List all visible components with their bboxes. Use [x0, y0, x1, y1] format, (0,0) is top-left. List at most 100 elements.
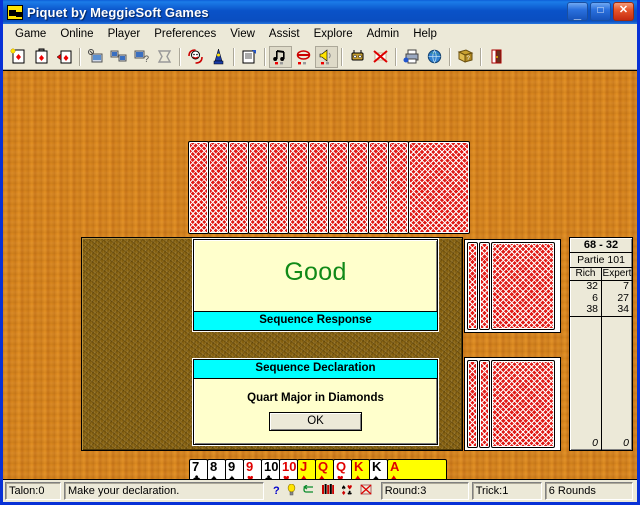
score-column-opponent: Expert 7 27 34 0: [601, 268, 632, 450]
open-game-icon[interactable]: [30, 46, 53, 68]
wizard-icon[interactable]: [207, 46, 230, 68]
score-cell: 34: [602, 303, 632, 317]
maximize-button[interactable]: □: [590, 2, 611, 21]
exit-icon[interactable]: [485, 46, 508, 68]
help-book-icon[interactable]: ?: [454, 46, 477, 68]
card-back[interactable]: [188, 141, 209, 234]
menu-item-preferences[interactable]: Preferences: [147, 26, 223, 42]
sound-on-icon[interactable]: [269, 45, 292, 68]
card-rank: 10: [264, 459, 279, 474]
toolbar-separator: [449, 47, 451, 66]
title-bar: Piquet by MeggieSoft Games _ □ ✕: [3, 0, 637, 24]
score-partie: Partie 101: [570, 253, 632, 268]
no-peek-icon[interactable]: [360, 484, 372, 498]
menu-bar: Game Online Player Preferences View Assi…: [3, 24, 637, 44]
menu-item-explore[interactable]: Explore: [307, 26, 360, 42]
card-suit: ♦: [391, 473, 397, 480]
minimize-button[interactable]: _: [567, 2, 588, 21]
speaker-icon[interactable]: [315, 45, 338, 68]
status-bar: Talon:0 Make your declaration. ? ♠ ♥ ♦ ♣ Ro…: [3, 480, 637, 502]
card-back[interactable]: [328, 141, 349, 234]
trick-stack-bottom[interactable]: [464, 357, 561, 451]
menu-item-admin[interactable]: Admin: [360, 26, 407, 42]
suits-icon[interactable]: ♠ ♥ ♦ ♣: [341, 484, 353, 498]
server-icon[interactable]: [107, 46, 130, 68]
menu-item-assist[interactable]: Assist: [262, 26, 307, 42]
trick-stack-top[interactable]: [464, 239, 561, 333]
web-icon[interactable]: [423, 46, 446, 68]
no-robot-icon[interactable]: [369, 46, 392, 68]
hand-card[interactable]: 7 ♣: [189, 459, 208, 480]
menu-item-online[interactable]: Online: [53, 26, 100, 42]
hand-card[interactable]: Q ♦: [315, 459, 334, 480]
status-message: Make your declaration.: [64, 482, 264, 500]
card-rank: Q: [336, 459, 347, 474]
new-game-icon[interactable]: [7, 46, 30, 68]
player-icon[interactable]: [184, 46, 207, 68]
query-server-icon[interactable]: ?: [130, 46, 153, 68]
undo-icon[interactable]: [302, 483, 315, 498]
app-window: Piquet by MeggieSoft Games _ □ ✕ Game On…: [0, 0, 640, 505]
card-suit: ♣: [193, 473, 201, 480]
opponent-hand: [188, 141, 470, 234]
card-back: [491, 360, 555, 448]
toolbar-separator: [179, 47, 181, 66]
hand-card[interactable]: 9 ♠: [225, 459, 244, 479]
score-footer: 0: [592, 437, 598, 449]
hand-card[interactable]: A♦♦♦A: [387, 459, 447, 480]
card-back[interactable]: [368, 141, 389, 234]
close-button[interactable]: ✕: [613, 2, 634, 21]
hint-bulb-icon[interactable]: [287, 483, 296, 499]
declaration-banner: Sequence Declaration: [194, 360, 437, 379]
status-talon: Talon:0: [5, 482, 61, 500]
hand-card[interactable]: 9 ♥: [243, 459, 262, 480]
card-suit: ♥: [283, 473, 290, 480]
card-suit: ♥: [247, 473, 254, 480]
hand-card[interactable]: J ♦: [297, 459, 316, 479]
menu-item-game[interactable]: Game: [8, 26, 53, 42]
close-icon: ✕: [618, 4, 629, 16]
hand-card[interactable]: 10 ♣: [261, 459, 280, 479]
card-back: [467, 360, 478, 448]
declaration-text: Quart Major in Diamonds: [247, 391, 384, 404]
card-back[interactable]: [408, 141, 470, 234]
menu-item-help[interactable]: Help: [406, 26, 444, 42]
player-hand: 7♣8♠9♠9♥10♣10♥J♦Q♦Q♥K♦K♠A♦♦♦A: [189, 459, 447, 480]
game-board[interactable]: Good Sequence Response Sequence Declarat…: [3, 70, 637, 480]
hand-card[interactable]: 8 ♠: [207, 459, 226, 479]
hand-card[interactable]: 10 ♥: [279, 459, 298, 480]
card-back[interactable]: [348, 141, 369, 234]
card-rank: K: [354, 459, 364, 474]
card-suit: ♦: [319, 473, 325, 480]
card-back[interactable]: [388, 141, 409, 234]
connect-icon[interactable]: [84, 46, 107, 68]
svg-text:♦: ♦: [341, 490, 346, 495]
menu-item-player[interactable]: Player: [101, 26, 148, 42]
card-back[interactable]: [248, 141, 269, 234]
cards-fan-icon[interactable]: [321, 484, 334, 498]
toolbar-separator: [341, 47, 343, 66]
card-suit: ♦: [355, 473, 361, 480]
hand-card[interactable]: K ♦: [351, 459, 370, 480]
card-back[interactable]: [208, 141, 229, 234]
svg-text:?: ?: [144, 54, 149, 64]
hand-card[interactable]: K ♠: [369, 459, 388, 480]
maximize-icon: □: [597, 4, 604, 16]
status-icons: ? ♠ ♥ ♦ ♣: [267, 483, 378, 499]
card-back[interactable]: [308, 141, 329, 234]
help-question-icon[interactable]: ?: [273, 485, 280, 497]
card-suit: ♠: [373, 473, 379, 480]
robot-icon[interactable]: [346, 46, 369, 68]
sequence-declaration-dialog: Sequence Declaration Quart Major in Diam…: [192, 358, 439, 446]
card-back[interactable]: [288, 141, 309, 234]
card-back[interactable]: [228, 141, 249, 234]
disconnect-icon[interactable]: [153, 46, 176, 68]
hand-card[interactable]: Q ♥: [333, 459, 352, 479]
save-game-icon[interactable]: [53, 46, 76, 68]
menu-item-view[interactable]: View: [223, 26, 262, 42]
print-icon[interactable]: [400, 46, 423, 68]
sound-off-icon[interactable]: [292, 46, 315, 68]
properties-icon[interactable]: [238, 46, 261, 68]
card-back[interactable]: [268, 141, 289, 234]
ok-button[interactable]: OK: [269, 411, 362, 431]
